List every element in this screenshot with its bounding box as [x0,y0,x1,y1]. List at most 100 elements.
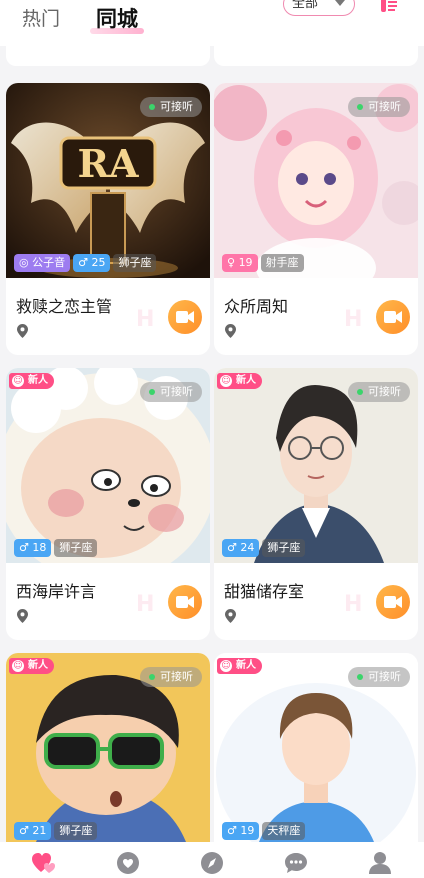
female-icon: ♀ [227,256,236,269]
available-badge-label: 可接听 [368,385,401,398]
face-icon: ☺ [12,375,24,387]
voice-tag: ◎ 公子音 [14,254,71,272]
user-card[interactable]: RA 可接听 ◎ 公子音 ♂ 25 狮子座 救赎之恋主管 H [6,83,210,355]
new-user-badge-label: 新人 [28,375,48,386]
online-dot-icon [149,104,155,110]
age-value: 21 [32,824,47,837]
user-avatar-photo: ☺ 新人 可接听 ♂ 19 天秤座 [214,653,418,842]
new-user-badge-label: 新人 [28,660,48,671]
zodiac-tag: 狮子座 [113,254,157,272]
previous-card-edge [6,46,210,66]
nav-profile-icon[interactable] [368,852,392,874]
filter-icon[interactable] [380,0,398,14]
online-dot-icon [149,389,155,395]
gender-age-tag: ♂ 24 [222,539,260,557]
user-tags: ♂ 21 狮子座 [14,822,98,840]
male-icon: ♂ [78,256,88,269]
zodiac-tag: 狮子座 [54,822,98,840]
new-user-badge-label: 新人 [236,660,256,671]
user-avatar-photo: ☺ 新人 可接听 ♂ 21 狮子座 [6,653,210,842]
user-avatar-photo: ☺ 新人 可接听 ♂ 24 狮子座 [214,368,418,563]
new-user-badge-label: 新人 [236,375,256,386]
tab-hot[interactable]: 热门 [22,6,60,32]
user-tags: ◎ 公子音 ♂ 25 狮子座 [14,254,157,272]
user-card[interactable]: 可接听 ♀ 19 射手座 众所周知 H [214,83,418,355]
video-camera-icon [176,596,194,608]
user-avatar-photo: ☺ 新人 可接听 ♂ 18 狮子座 [6,368,210,563]
chevron-down-icon [335,0,345,6]
gender-age-tag: ♀ 19 [222,254,258,272]
tab-city-label: 同城 [96,7,138,31]
user-avatar-photo: 可接听 ♀ 19 射手座 [214,83,418,278]
user-nickname: 甜猫储存室 [224,582,305,601]
user-tags: ♀ 19 射手座 [222,254,304,272]
available-badge: 可接听 [140,382,202,402]
video-call-button[interactable] [376,585,410,619]
video-call-button[interactable] [376,300,410,334]
new-user-badge: ☺ 新人 [9,658,54,674]
gender-age-tag: ♂ 18 [14,539,52,557]
age-value: 25 [91,256,106,269]
nav-home-hearts-icon[interactable] [32,852,56,874]
watermark-heart-icon: H [344,307,365,332]
online-dot-icon [357,104,363,110]
zodiac-tag: 狮子座 [262,539,306,557]
male-icon: ♂ [227,541,237,554]
location-pin-icon [17,324,28,338]
gender-age-tag: ♂ 25 [73,254,111,272]
available-badge: 可接听 [348,97,410,117]
available-badge: 可接听 [348,667,410,687]
zodiac-tag: 天秤座 [262,822,306,840]
watermark-heart-icon: H [344,592,365,617]
user-tags: ♂ 19 天秤座 [222,822,306,840]
location-pin-icon [225,324,236,338]
region-filter-select[interactable]: 全部 [283,0,355,16]
user-nickname: 西海岸许言 [16,582,97,601]
user-nickname: 救赎之恋主管 [16,297,113,316]
gender-age-tag: ♂ 21 [14,822,52,840]
age-value: 18 [32,541,47,554]
available-badge-label: 可接听 [160,100,193,113]
nav-message-icon[interactable] [284,852,308,874]
user-nickname: 众所周知 [224,297,289,316]
bottom-nav [0,842,424,878]
available-badge-label: 可接听 [368,100,401,113]
watermark-heart-icon: H [136,307,157,332]
available-badge: 可接听 [140,667,202,687]
age-value: 19 [238,256,253,269]
voice-tag-label: 公子音 [32,256,66,269]
location-pin-icon [225,609,236,623]
video-camera-icon [384,596,402,608]
age-value: 19 [240,824,255,837]
face-icon: ☺ [12,660,24,672]
tab-city[interactable]: 同城 [90,6,144,34]
gender-age-tag: ♂ 19 [222,822,260,840]
user-card[interactable]: ☺ 新人 可接听 ♂ 19 天秤座 [214,653,418,842]
nav-compass-icon[interactable] [200,852,224,874]
svg-text:RA: RA [77,141,139,186]
user-tags: ♂ 24 狮子座 [222,539,306,557]
male-icon: ♂ [19,541,29,554]
top-bar: 热门 同城 全部 [0,0,424,46]
available-badge-label: 可接听 [368,670,401,683]
online-dot-icon [149,674,155,680]
zodiac-tag: 射手座 [260,254,304,272]
zodiac-tag: 狮子座 [54,539,98,557]
face-icon: ☺ [220,375,232,387]
video-camera-icon [176,311,194,323]
user-card[interactable]: ☺ 新人 可接听 ♂ 21 狮子座 [6,653,210,842]
male-icon: ♂ [19,824,29,837]
face-icon: ☺ [220,660,232,672]
previous-card-edge [214,46,418,66]
video-camera-icon [384,311,402,323]
user-avatar-photo: RA 可接听 ◎ 公子音 ♂ 25 狮子座 [6,83,210,278]
video-call-button[interactable] [168,585,202,619]
available-badge-label: 可接听 [160,385,193,398]
user-card[interactable]: ☺ 新人 可接听 ♂ 18 狮子座 西海岸许言 H [6,368,210,640]
new-user-badge: ☺ 新人 [9,373,54,389]
video-call-button[interactable] [168,300,202,334]
nav-heart-chat-icon[interactable] [116,852,140,874]
available-badge-label: 可接听 [160,670,193,683]
user-card[interactable]: ☺ 新人 可接听 ♂ 24 狮子座 甜猫储存室 H [214,368,418,640]
region-filter-value: 全部 [292,0,319,11]
